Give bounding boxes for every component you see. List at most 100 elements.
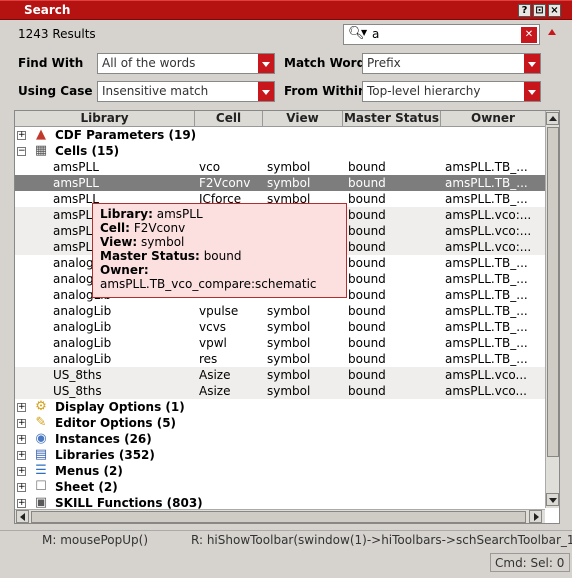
using-case-select[interactable]: Insensitive match (97, 81, 275, 102)
find-with-label: Find With (18, 56, 84, 70)
category-sheet[interactable]: + ☐ Sheet (2) (15, 479, 545, 495)
row-cell: Asize (199, 368, 231, 382)
column-master-status[interactable]: Master Status (343, 111, 441, 126)
cells-icon: ▦ (34, 143, 48, 158)
table-row[interactable]: analogLib vcvs symbol bound amsPLL.TB_..… (15, 319, 545, 335)
dropdown-arrow-icon[interactable] (524, 82, 540, 101)
expand-icon[interactable]: + (17, 451, 26, 460)
clear-search-button[interactable]: ✕ (521, 27, 537, 43)
tooltip-cell: Cell: F2Vconv (100, 221, 186, 235)
row-owner: amsPLL.TB_... (445, 320, 528, 334)
close-button[interactable]: × (548, 4, 561, 17)
from-within-label: From Within (284, 84, 367, 98)
row-cell: vpulse (199, 304, 239, 318)
row-owner: amsPLL.TB_... (445, 192, 528, 206)
category-display-options[interactable]: + ⚙ Display Options (1) (15, 399, 545, 415)
row-library: analogLib (53, 352, 112, 366)
row-view: symbol (267, 368, 311, 382)
scroll-up-button[interactable] (546, 112, 559, 125)
category-cells[interactable]: − ▦ Cells (15) (15, 143, 545, 159)
row-owner: amsPLL.TB_... (445, 336, 528, 350)
horizontal-scrollbar[interactable] (15, 509, 545, 523)
help-button[interactable]: ? (518, 4, 531, 17)
row-cell: vpwl (199, 336, 227, 350)
row-status: bound (348, 176, 386, 190)
right-status: R: hiShowToolbar(swindow(1)->hiToolbars-… (191, 533, 572, 547)
column-cell[interactable]: Cell (195, 111, 263, 126)
table-row-selected[interactable]: amsPLL F2Vconv symbol bound amsPLL.TB_..… (15, 175, 545, 191)
chevron-down-icon[interactable]: ▼ (361, 28, 367, 37)
table-row[interactable]: analogLib res symbol bound amsPLL.TB_... (15, 351, 545, 367)
scroll-right-button[interactable] (529, 510, 542, 523)
table-row[interactable]: amsPLL vco symbol bound amsPLL.TB_... (15, 159, 545, 175)
dropdown-arrow-icon[interactable] (258, 54, 274, 73)
row-owner: amsPLL.TB_... (445, 160, 528, 174)
collapse-icon[interactable]: − (17, 147, 26, 156)
editor-options-icon: ✎ (35, 415, 47, 430)
scroll-thumb[interactable] (31, 511, 526, 523)
expand-icon[interactable]: + (17, 131, 26, 140)
row-status: bound (348, 336, 386, 350)
row-view: symbol (267, 320, 311, 334)
row-library: US_8ths (53, 384, 102, 398)
match-word-select[interactable]: Prefix (362, 53, 541, 74)
tooltip-view: View: symbol (100, 235, 185, 249)
category-label: CDF Parameters (19) (55, 128, 197, 142)
scroll-thumb[interactable] (547, 127, 559, 457)
row-library: amsPLL (53, 176, 99, 190)
column-owner[interactable]: Owner (441, 111, 545, 126)
dropdown-arrow-icon[interactable] (524, 54, 540, 73)
table-row[interactable]: analogLib vpwl symbol bound amsPLL.TB_..… (15, 335, 545, 351)
search-value[interactable]: a (372, 27, 379, 41)
table-row[interactable]: analogLib vpulse symbol bound amsPLL.TB_… (15, 303, 545, 319)
scroll-left-button[interactable] (16, 510, 29, 523)
expand-icon[interactable]: + (17, 483, 26, 492)
display-options-icon: ⚙ (35, 399, 47, 414)
scroll-down-button[interactable] (546, 493, 559, 506)
category-cdf-parameters[interactable]: + ▲ CDF Parameters (19) (15, 127, 545, 143)
expand-icon[interactable]: + (17, 419, 26, 428)
category-label: Menus (2) (55, 464, 123, 478)
category-instances[interactable]: + ◉ Instances (26) (15, 431, 545, 447)
row-library: US_8ths (53, 368, 102, 382)
from-within-select[interactable]: Top-level hierarchy (362, 81, 541, 102)
command-bar: Cmd: Sel: 0 (0, 553, 572, 573)
column-view[interactable]: View (263, 111, 343, 126)
row-status: bound (348, 272, 386, 286)
row-owner: amsPLL.vco:... (445, 208, 532, 222)
results-count: 1243 Results (18, 27, 96, 41)
row-status: bound (348, 304, 386, 318)
row-library: analogLib (53, 320, 112, 334)
row-cell: res (199, 352, 218, 366)
table-row[interactable]: US_8ths Asize symbol bound amsPLL.vco... (15, 383, 545, 399)
row-status: bound (348, 160, 386, 174)
expand-icon[interactable]: + (17, 499, 26, 508)
row-view: symbol (267, 336, 311, 350)
search-input[interactable]: 🔍︎ ▼ a ✕ (343, 24, 540, 45)
expand-icon[interactable]: + (17, 403, 26, 412)
expand-icon[interactable]: + (17, 435, 26, 444)
float-button[interactable]: ⊡ (533, 4, 546, 17)
using-case-value: Insensitive match (102, 84, 209, 98)
category-menus[interactable]: + ☰ Menus (2) (15, 463, 545, 479)
column-header: Library Cell View Master Status Owner (15, 111, 545, 127)
row-library: amsPLL (53, 160, 99, 174)
category-libraries[interactable]: + ▤ Libraries (352) (15, 447, 545, 463)
dropdown-arrow-icon[interactable] (258, 82, 274, 101)
find-with-select[interactable]: All of the words (97, 53, 275, 74)
row-owner: amsPLL.TB_... (445, 352, 528, 366)
row-status: bound (348, 256, 386, 270)
category-label: Display Options (1) (55, 400, 185, 414)
category-editor-options[interactable]: + ✎ Editor Options (5) (15, 415, 545, 431)
row-status: bound (348, 352, 386, 366)
tooltip-library: Library: amsPLL (100, 207, 203, 221)
vertical-scrollbar[interactable] (545, 111, 559, 508)
libraries-icon: ▤ (34, 447, 48, 462)
row-status: bound (348, 192, 386, 206)
column-library[interactable]: Library (15, 111, 195, 126)
table-row[interactable]: US_8ths Asize symbol bound amsPLL.vco... (15, 367, 545, 383)
row-cell: vcvs (199, 320, 227, 334)
collapse-toolbar-icon[interactable] (548, 29, 556, 35)
expand-icon[interactable]: + (17, 467, 26, 476)
results-tree[interactable]: Library Cell View Master Status Owner + … (14, 110, 560, 524)
